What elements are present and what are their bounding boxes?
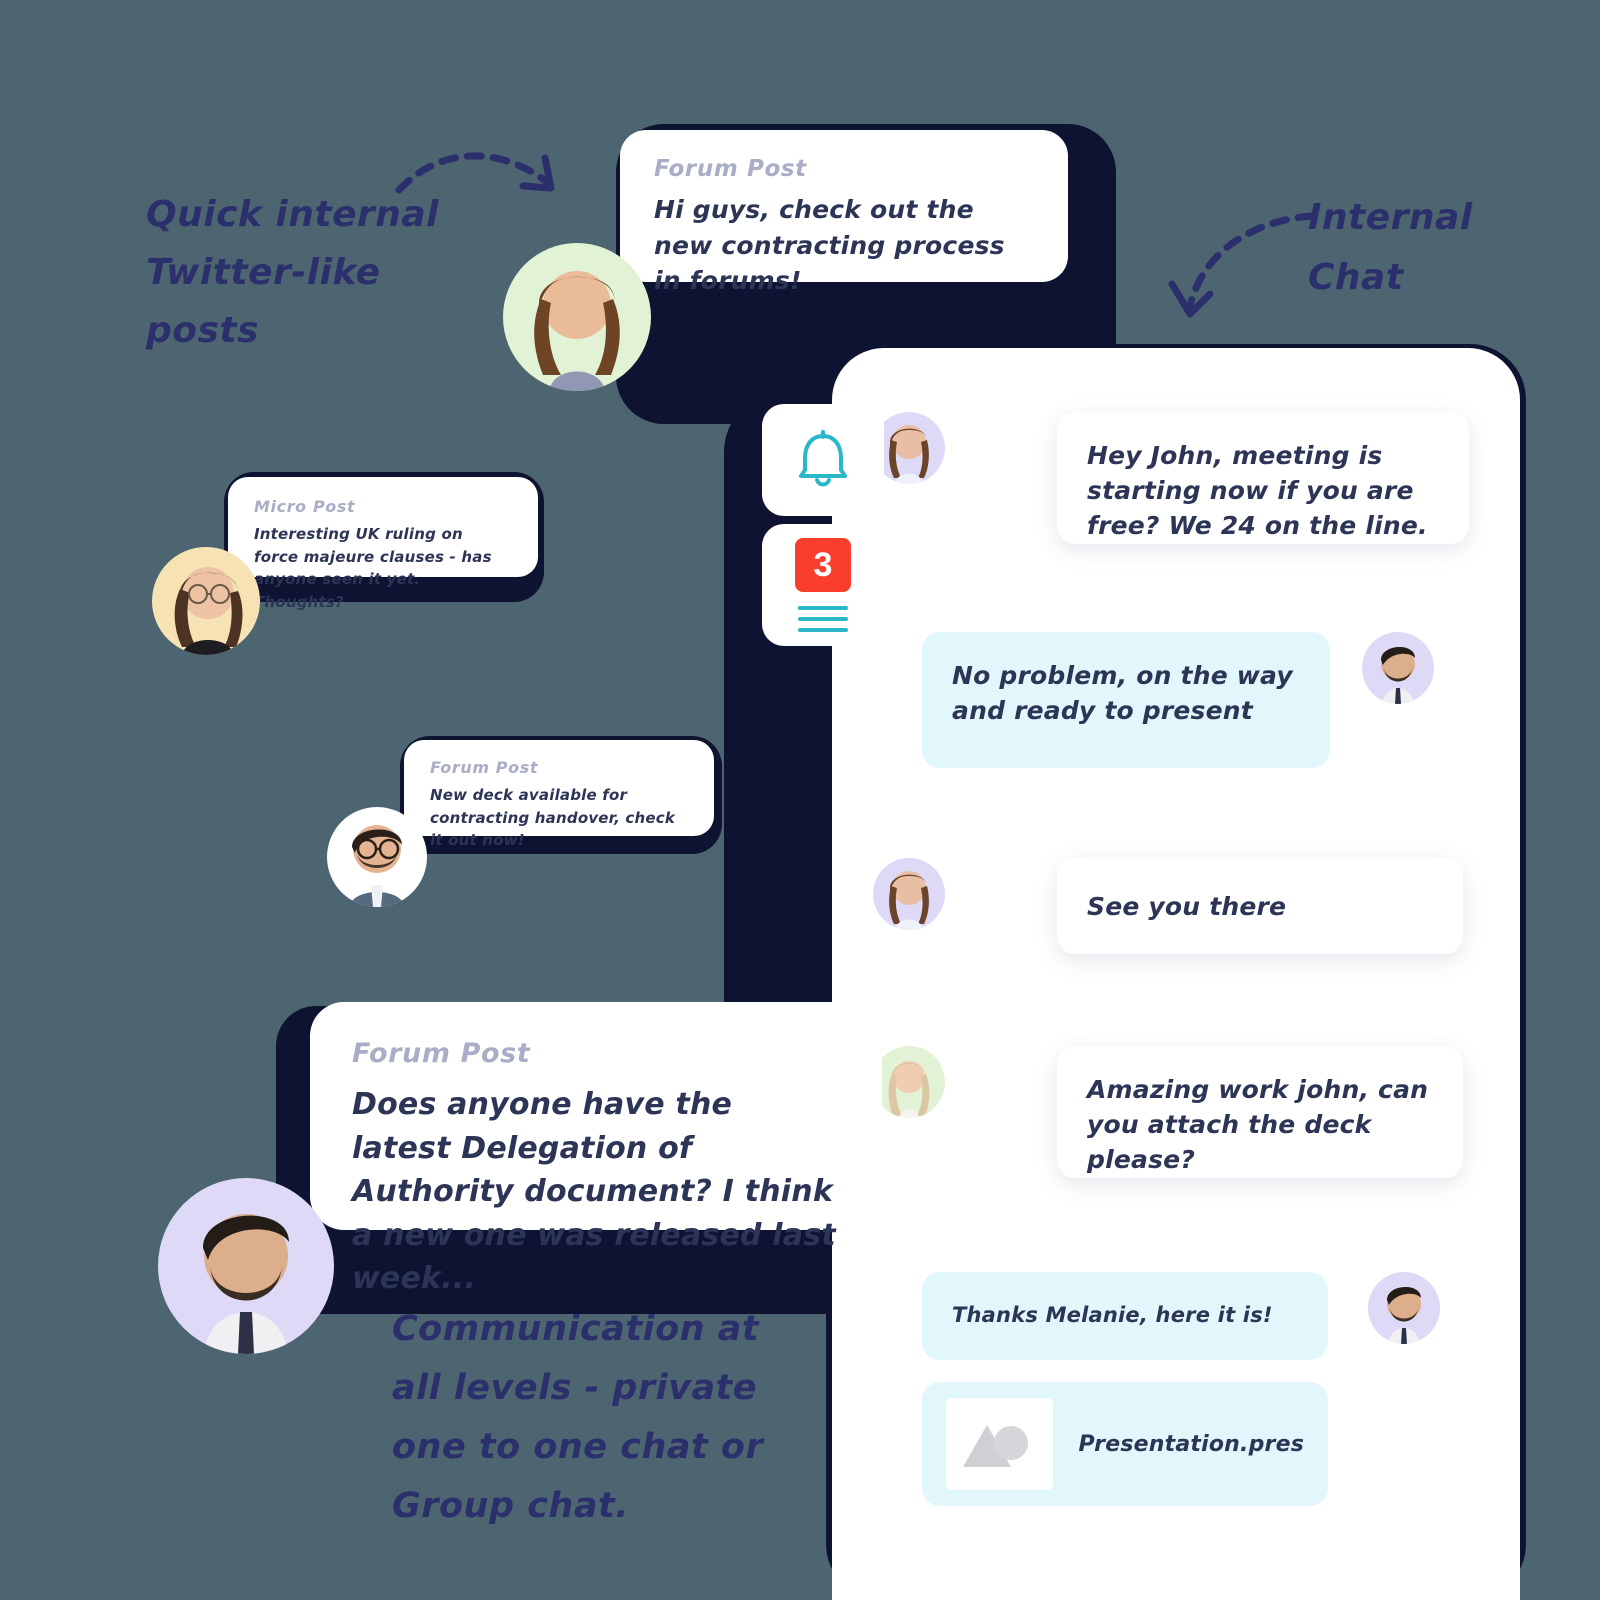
avatar [327, 807, 427, 907]
forum-post-card[interactable]: Forum Post Hi guys, check out the new co… [620, 130, 1068, 295]
avatar-man-glasses-icon [327, 807, 427, 907]
attachment-file-name: Presentation.pres [1078, 1431, 1304, 1457]
post-type-label: Micro Post [254, 497, 356, 516]
forum-post-card[interactable]: Forum Post Does anyone have the latest D… [310, 1002, 882, 1296]
avatar [1362, 632, 1434, 704]
avatar-woman-curly-icon [503, 243, 651, 391]
chat-bubble: See you there [1057, 858, 1463, 954]
avatar [873, 858, 945, 930]
avatar-man-beard-icon [1362, 632, 1434, 704]
annotation-internal-chat: Internal Chat [1308, 197, 1473, 298]
menu-button[interactable]: 3 [762, 524, 884, 646]
micro-post-card[interactable]: Micro Post Interesting UK ruling on forc… [228, 477, 538, 611]
chat-bubble: Amazing work john, can you attach the de… [1057, 1046, 1463, 1178]
post-type-label: Forum Post [430, 758, 539, 777]
forum-post-card[interactable]: Forum Post New deck available for contra… [404, 740, 714, 849]
post-body-text: Hi guys, check out the new contracting p… [654, 195, 1005, 295]
hamburger-menu-icon[interactable] [798, 606, 848, 632]
chat-message-row: Hey John, meeting is starting now if you… [873, 412, 1469, 544]
post-body-text: Interesting UK ruling on force majeure c… [254, 525, 492, 611]
chat-message-row: Amazing work john, can you attach the de… [873, 1046, 1463, 1178]
hamburger-line [798, 606, 848, 610]
avatar [152, 547, 260, 655]
attachment-bubble[interactable]: Presentation.pres [922, 1382, 1328, 1506]
post-body-text: Does anyone have the latest Delegation o… [352, 1087, 836, 1296]
chat-message-row: No problem, on the way and ready to pres… [922, 632, 1434, 768]
unread-badge: 3 [795, 538, 851, 592]
avatar-man-beard-icon [1368, 1272, 1440, 1344]
chat-bubble: Hey John, meeting is starting now if you… [1057, 412, 1469, 544]
hamburger-line [798, 617, 848, 621]
post-type-label: Forum Post [352, 1038, 531, 1069]
file-thumbnail [946, 1398, 1053, 1490]
illustration-canvas: Quick internal Twitter-like posts Intern… [0, 0, 1600, 1600]
avatar [503, 243, 651, 391]
avatar-woman-blonde-icon [873, 1046, 945, 1118]
avatar [873, 1046, 945, 1118]
hamburger-line [798, 628, 848, 632]
avatar [1368, 1272, 1440, 1344]
post-body-text: New deck available for contracting hando… [430, 786, 676, 849]
notifications-bell-button[interactable] [762, 404, 884, 516]
chat-bubble: No problem, on the way and ready to pres… [922, 632, 1330, 768]
avatar [158, 1178, 334, 1354]
image-placeholder-icon [963, 1425, 1029, 1467]
avatar-woman-brunette-icon [873, 858, 945, 930]
chat-attachment-row[interactable]: Presentation.pres [922, 1382, 1328, 1506]
bell-icon [799, 430, 847, 487]
chat-bubble: Thanks Melanie, here it is! [922, 1272, 1328, 1360]
chat-message-row: See you there [873, 858, 1463, 954]
dashed-arrow-icon-right [1168, 212, 1316, 318]
annotation-communication-levels: Communication at all levels - private on… [392, 1309, 764, 1526]
annotation-quick-posts: Quick internal Twitter-like posts [146, 194, 439, 351]
post-type-label: Forum Post [654, 156, 807, 182]
chat-message-row: Thanks Melanie, here it is! [922, 1272, 1440, 1360]
avatar-woman-glasses-icon [152, 547, 260, 655]
avatar-man-beard-icon [158, 1178, 334, 1354]
